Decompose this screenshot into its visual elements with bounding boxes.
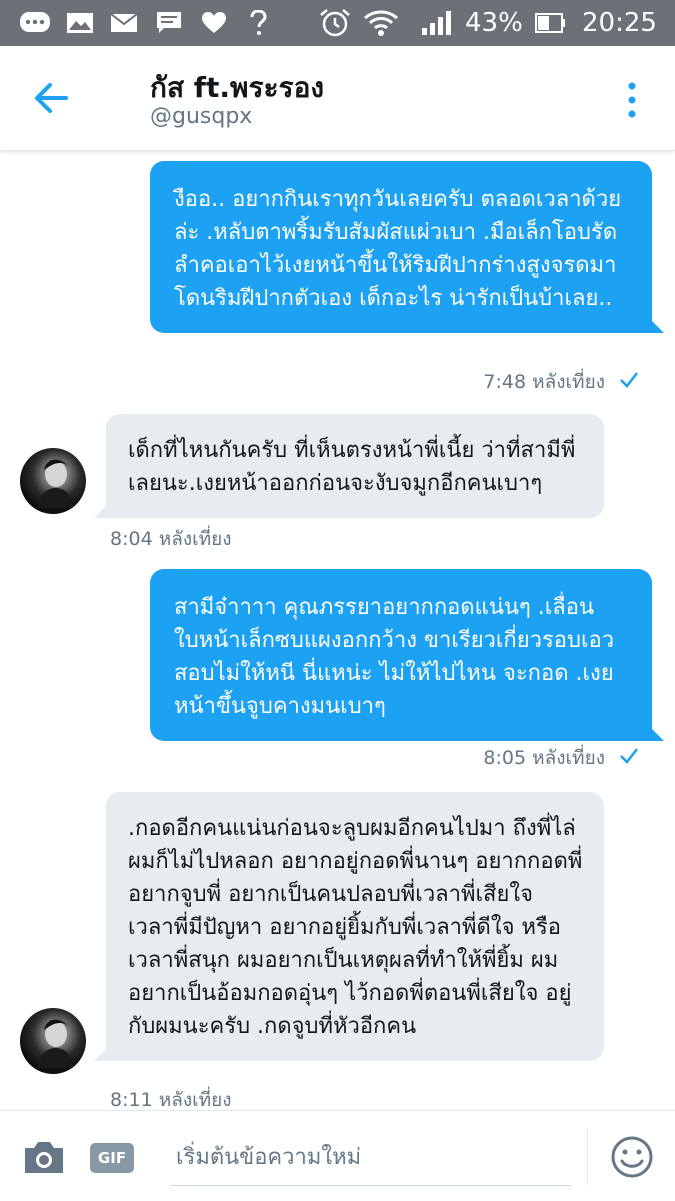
emoji-button[interactable]: [610, 1135, 654, 1179]
message-bubble-outgoing[interactable]: สามีจ๋าาาา คุณภรรยาอยากกอดแน่นๆ .เลื่อนใ…: [150, 569, 664, 741]
message-timestamp: 7:48 หลังเที่ยง: [483, 371, 605, 393]
message-text: เด็กที่ไหนกันครับ ที่เห็นตรงหน้าพี่เนี้ย…: [128, 438, 576, 496]
wifi-icon: [362, 10, 400, 36]
alarm-icon: [318, 9, 352, 37]
message-icon: [156, 10, 182, 36]
avatar[interactable]: [20, 1008, 86, 1074]
message-bubble-outgoing[interactable]: งืออ.. อยากกินเราทุกวันเลยครับ ตลอดเวลาด…: [150, 161, 664, 333]
check-icon: [620, 372, 638, 388]
message-timestamp: 8:11 หลังเที่ยง: [110, 1089, 232, 1109]
message-composer: GIF: [0, 1110, 675, 1201]
back-arrow-icon: [35, 83, 68, 113]
more-options-button[interactable]: [622, 80, 642, 120]
mail-icon: [110, 10, 138, 36]
message-thread[interactable]: งืออ.. อยากกินเราทุกวันเลยครับ ตลอดเวลาด…: [0, 151, 675, 1109]
avatar[interactable]: [20, 448, 86, 514]
message-text: สามีจ๋าาาา คุณภรรยาอยากกอดแน่นๆ .เลื่อนใ…: [174, 595, 615, 719]
image-icon: [66, 10, 94, 36]
message-text: งืออ.. อยากกินเราทุกวันเลยครับ ตลอดเวลาด…: [174, 187, 622, 311]
battery-percentage: 43%: [465, 8, 523, 38]
status-bar: 43% 20:25: [0, 0, 675, 46]
message-text: .กอดอีกคนแน่นก่อนจะลูบผมอีกคนไปมา ถึงพี่…: [128, 816, 583, 1039]
message-bubble-incoming[interactable]: เด็กที่ไหนกันครับ ที่เห็นตรงหน้าพี่เนี้ย…: [94, 414, 604, 518]
camera-icon: [25, 1142, 63, 1173]
signal-icon: [420, 10, 456, 36]
gif-button[interactable]: GIF: [90, 1143, 134, 1173]
emoji-icon: [611, 1136, 653, 1178]
new-message-input[interactable]: [170, 1129, 572, 1186]
camera-button[interactable]: [22, 1139, 66, 1175]
heart-icon: [200, 10, 228, 36]
message-timestamp: 8:05 หลังเที่ยง: [483, 747, 605, 769]
check-icon: [620, 748, 638, 764]
clock: 20:25: [582, 8, 657, 38]
conversation-handle: @gusqpx: [150, 104, 253, 129]
more-vertical-icon: [628, 82, 636, 118]
message-timestamp: 8:04 หลังเที่ยง: [110, 528, 232, 550]
conversation-header: กัส ft.พระรอง @gusqpx: [0, 46, 675, 151]
back-button[interactable]: [30, 80, 74, 116]
message-bubble-incoming[interactable]: .กอดอีกคนแน่นก่อนจะลูบผมอีกคนไปมา ถึงพี่…: [94, 792, 604, 1061]
divider: [587, 1129, 588, 1185]
chat-bubble-icon: [18, 10, 52, 36]
battery-icon: [534, 10, 566, 36]
question-icon: [248, 10, 268, 36]
